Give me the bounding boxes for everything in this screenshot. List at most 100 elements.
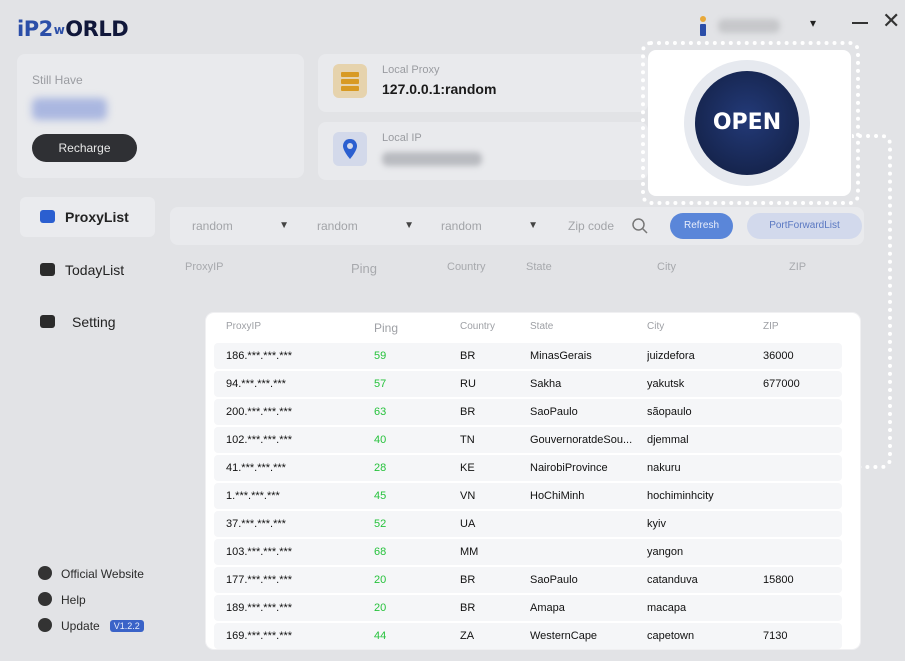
table-row[interactable]: 41.***.***.*** 28 KE NairobiProvince nakuru: [214, 455, 842, 481]
proxylist-icon: [40, 210, 55, 223]
cell-ping: 44: [374, 630, 387, 642]
todaylist-icon: [40, 263, 55, 276]
local-ip-value-blurred: [382, 152, 482, 166]
cell-city: macapa: [647, 602, 687, 614]
city-select-value: random: [441, 219, 482, 233]
cell-country: VN: [460, 490, 476, 502]
refresh-button[interactable]: Refresh: [670, 213, 733, 239]
cell-ping: 20: [374, 574, 387, 586]
official-website-link[interactable]: Official Website: [38, 566, 144, 581]
cell-state: Amapa: [530, 602, 565, 614]
table-row[interactable]: 200.***.***.*** 63 BR SaoPaulo sãopaulo: [214, 399, 842, 425]
location-pin-icon: [333, 132, 367, 166]
sidebar-item-label: TodayList: [65, 262, 125, 278]
cell-zip: 15800: [763, 574, 794, 586]
arrow-up-icon: [38, 618, 52, 632]
table-row[interactable]: 186.***.***.*** 59 BR MinasGerais juizdefora…: [214, 343, 842, 369]
bg-column-header-proxyip: ProxyIP: [185, 261, 224, 273]
update-link[interactable]: Update V1.2.2: [38, 618, 144, 633]
table-row[interactable]: 102.***.***.*** 40 TN GouvernoratdeSou... dj…: [214, 427, 842, 453]
bg-column-header-zip: ZIP: [789, 261, 807, 273]
window-close-button[interactable]: ✕: [882, 10, 900, 32]
sidebar-item-setting[interactable]: Setting: [20, 302, 155, 342]
sidebar-item-proxylist[interactable]: ProxyList: [20, 197, 155, 237]
cell-zip: 677000: [763, 378, 800, 390]
column-header-country: Country: [460, 321, 496, 332]
sidebar-item-label: Setting: [72, 314, 116, 330]
chevron-down-icon: ▼: [404, 220, 414, 231]
table-row[interactable]: 169.***.***.*** 44 ZA WesternCape capetown 71…: [214, 623, 842, 649]
country-select-value: random: [192, 219, 233, 233]
cell-proxy-ip: 94.***.***.***: [226, 378, 286, 390]
local-proxy-card: Local Proxy 127.0.0.1:random: [318, 54, 648, 112]
cell-ping: 45: [374, 490, 387, 502]
balance-label: Still Have: [32, 73, 83, 87]
cell-ping: 20: [374, 602, 387, 614]
user-menu-chevron-down-icon[interactable]: ▾: [810, 16, 816, 30]
table-row[interactable]: 189.***.***.*** 20 BR Amapa macapa: [214, 595, 842, 621]
cell-ping: 59: [374, 350, 387, 362]
state-select[interactable]: random ▼: [309, 212, 422, 240]
user-icon[interactable]: [697, 16, 709, 36]
state-select-value: random: [317, 219, 358, 233]
globe-icon: [38, 566, 52, 580]
search-icon[interactable]: [631, 217, 649, 235]
cell-country: KE: [460, 462, 475, 474]
cell-ping: 63: [374, 406, 387, 418]
table-row[interactable]: 94.***.***.*** 57 RU Sakha yakutsk 677000: [214, 371, 842, 397]
table-row[interactable]: 103.***.***.*** 68 MM yangon: [214, 539, 842, 565]
chevron-down-icon: ▼: [528, 220, 538, 231]
local-ip-label: Local IP: [382, 132, 422, 144]
sidebar-item-todaylist[interactable]: TodayList: [20, 250, 155, 290]
cell-country: BR: [460, 574, 476, 586]
cell-state: GouvernoratdeSou...: [530, 434, 633, 446]
cell-ping: 68: [374, 546, 387, 558]
open-button-ring: OPEN: [684, 60, 810, 186]
country-select[interactable]: random ▼: [184, 212, 297, 240]
window-minimize-button[interactable]: [852, 22, 868, 24]
cell-country: ZA: [460, 630, 475, 642]
city-select[interactable]: random ▼: [433, 212, 546, 240]
bg-column-header-country: Country: [447, 261, 486, 273]
column-header-proxyip: ProxyIP: [226, 321, 262, 332]
cell-city: nakuru: [647, 462, 681, 474]
cell-state: WesternCape: [530, 630, 598, 642]
cell-state: NairobiProvince: [530, 462, 608, 474]
cell-zip: 7130: [763, 630, 788, 642]
table-row[interactable]: 1.***.***.*** 45 VN HoChiMinh hochiminhcity: [214, 483, 842, 509]
table-row[interactable]: 37.***.***.*** 52 UA kyiv: [214, 511, 842, 537]
column-header-city: City: [647, 321, 665, 332]
cell-city: catanduva: [647, 574, 698, 586]
column-header-ping: Ping: [374, 321, 399, 335]
cell-country: BR: [460, 350, 476, 362]
version-badge: V1.2.2: [109, 620, 144, 632]
cell-zip: 36000: [763, 350, 794, 362]
cell-city: djemmal: [647, 434, 689, 446]
logo-text-orld: ORLD: [65, 17, 129, 41]
bg-column-header-state: State: [526, 261, 552, 273]
user-name-blurred[interactable]: [718, 19, 780, 33]
cell-ping: 28: [374, 462, 387, 474]
filter-bar: random ▼ random ▼ random ▼ Zip code Refresh…: [170, 207, 864, 245]
open-button[interactable]: OPEN: [695, 71, 799, 175]
portforward-list-button[interactable]: PortForwardList: [747, 213, 862, 239]
cell-country: BR: [460, 602, 476, 614]
recharge-button[interactable]: Recharge: [32, 134, 137, 162]
logo-text-ip2: iP2: [17, 17, 53, 41]
balance-value-blurred: [32, 98, 107, 120]
cell-state: SaoPaulo: [530, 406, 578, 418]
open-card: OPEN: [648, 50, 851, 196]
cell-proxy-ip: 189.***.***.***: [226, 602, 293, 614]
table-row[interactable]: 177.***.***.*** 20 BR SaoPaulo catanduva 1580…: [214, 567, 842, 593]
logo-text-w: w: [53, 23, 65, 37]
cell-proxy-ip: 41.***.***.***: [226, 462, 286, 474]
bg-column-header-city: City: [657, 261, 676, 273]
cell-proxy-ip: 37.***.***.***: [226, 518, 286, 530]
local-ip-card: Local IP: [318, 122, 648, 180]
cell-state: SaoPaulo: [530, 574, 578, 586]
zip-code-input[interactable]: Zip code: [568, 219, 614, 233]
help-link[interactable]: Help: [38, 592, 86, 607]
cell-proxy-ip: 1.***.***.***: [226, 490, 280, 502]
cell-proxy-ip: 169.***.***.***: [226, 630, 293, 642]
cell-state: HoChiMinh: [530, 490, 585, 502]
